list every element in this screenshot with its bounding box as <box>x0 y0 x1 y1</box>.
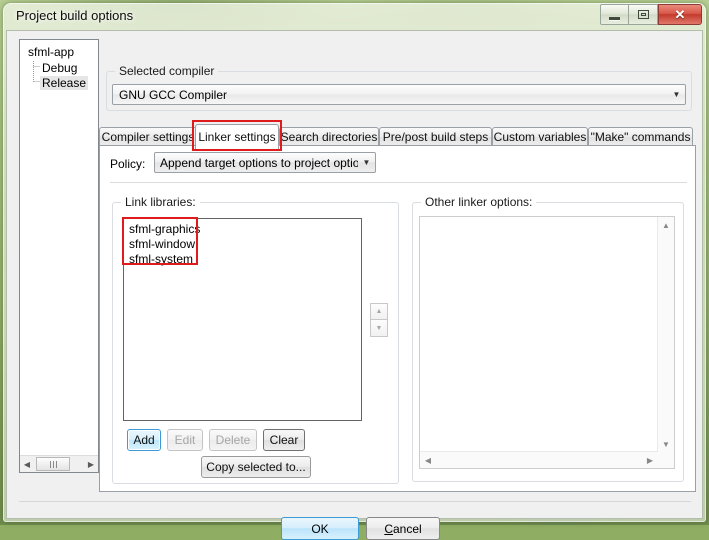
minimize-icon <box>609 16 620 20</box>
project-build-options-window: Project build options ✕ sfml-app Debug R… <box>3 3 706 540</box>
tree-scroll-thumb[interactable] <box>36 457 70 471</box>
tab-make-commands[interactable]: "Make" commands <box>588 127 693 146</box>
target-tree: sfml-app Debug Release <box>20 40 98 455</box>
move-down-button[interactable]: ▼ <box>370 320 388 337</box>
maximize-icon <box>637 10 649 19</box>
other-linker-options-textarea[interactable]: ▲ ▼ ◀ ▶ <box>419 216 675 469</box>
other-linker-options-label: Other linker options: <box>421 195 537 209</box>
tab-search-directories[interactable]: Search directories <box>279 127 379 146</box>
cancel-accelerator: C <box>384 521 393 536</box>
tree-item-release[interactable]: Release <box>40 76 89 90</box>
scroll-left-icon[interactable]: ◀ <box>20 457 34 472</box>
reorder-buttons: ▲ ▼ <box>370 303 388 338</box>
scroll-grip-icon <box>49 460 57 468</box>
scroll-right-icon[interactable]: ▶ <box>84 457 98 472</box>
tab-custom-variables[interactable]: Custom variables <box>492 127 588 146</box>
chevron-down-icon: ▼ <box>362 158 371 167</box>
tab-prepost-build-steps[interactable]: Pre/post build steps <box>379 127 492 146</box>
compiler-dropdown[interactable]: GNU GCC Compiler ▼ <box>112 84 686 105</box>
arrow-up-icon: ▲ <box>375 308 383 315</box>
maximize-button[interactable] <box>629 4 658 25</box>
minimize-button[interactable] <box>600 4 629 25</box>
scroll-left-icon[interactable]: ◀ <box>420 452 436 468</box>
tree-root-item[interactable]: sfml-app <box>28 45 74 59</box>
footer-divider <box>19 501 691 502</box>
policy-label: Policy: <box>110 157 146 171</box>
policy-dropdown-value: Append target options to project options <box>160 155 358 170</box>
link-libraries-label: Link libraries: <box>121 195 200 209</box>
compiler-dropdown-value: GNU GCC Compiler <box>119 87 228 102</box>
selected-compiler-label: Selected compiler <box>115 64 219 78</box>
panel-divider <box>110 182 687 183</box>
tab-linker-settings[interactable]: Linker settings <box>195 124 279 149</box>
cancel-button[interactable]: Cancel <box>366 517 440 540</box>
tree-horizontal-scrollbar[interactable]: ◀ ▶ <box>20 455 98 472</box>
dialog-client-area: sfml-app Debug Release ◀ ▶ Selected comp… <box>6 30 703 540</box>
scroll-up-icon[interactable]: ▲ <box>658 217 674 233</box>
window-title: Project build options <box>16 8 134 23</box>
clear-button[interactable]: Clear <box>263 429 305 451</box>
arrow-down-icon: ▼ <box>375 324 383 332</box>
close-icon: ✕ <box>674 7 686 22</box>
close-button[interactable]: ✕ <box>658 4 702 25</box>
scroll-down-icon[interactable]: ▼ <box>658 436 674 452</box>
copy-selected-to-button[interactable]: Copy selected to... <box>201 456 311 478</box>
add-button[interactable]: Add <box>127 429 161 451</box>
chevron-down-icon: ▼ <box>672 90 681 99</box>
ok-button[interactable]: OK <box>281 517 359 540</box>
cancel-label-rest: ancel <box>392 521 422 536</box>
edit-button: Edit <box>167 429 203 451</box>
tree-item-debug[interactable]: Debug <box>40 61 79 75</box>
move-up-button[interactable]: ▲ <box>370 303 388 320</box>
other-horizontal-scrollbar[interactable]: ◀ ▶ <box>420 451 658 468</box>
scrollbar-corner <box>658 452 674 468</box>
delete-button: Delete <box>209 429 257 451</box>
selected-compiler-group: Selected compiler GNU GCC Compiler ▼ <box>106 64 692 111</box>
target-tree-panel[interactable]: sfml-app Debug Release ◀ ▶ <box>19 39 99 473</box>
tab-compiler-settings[interactable]: Compiler settings <box>99 127 197 146</box>
other-vertical-scrollbar[interactable]: ▲ ▼ <box>657 217 674 452</box>
list-item[interactable]: sfml-graphics <box>127 222 361 237</box>
settings-tabstrip: Compiler settings Linker settings Search… <box>99 124 696 149</box>
scroll-right-icon[interactable]: ▶ <box>642 452 658 468</box>
link-libraries-listbox[interactable]: sfml-graphics sfml-window sfml-system <box>123 218 362 421</box>
window-controls: ✕ <box>600 4 702 26</box>
list-item[interactable]: sfml-system <box>127 252 361 267</box>
list-item[interactable]: sfml-window <box>127 237 361 252</box>
policy-dropdown[interactable]: Append target options to project options… <box>154 152 376 173</box>
window-titlebar[interactable]: Project build options ✕ <box>3 3 706 30</box>
